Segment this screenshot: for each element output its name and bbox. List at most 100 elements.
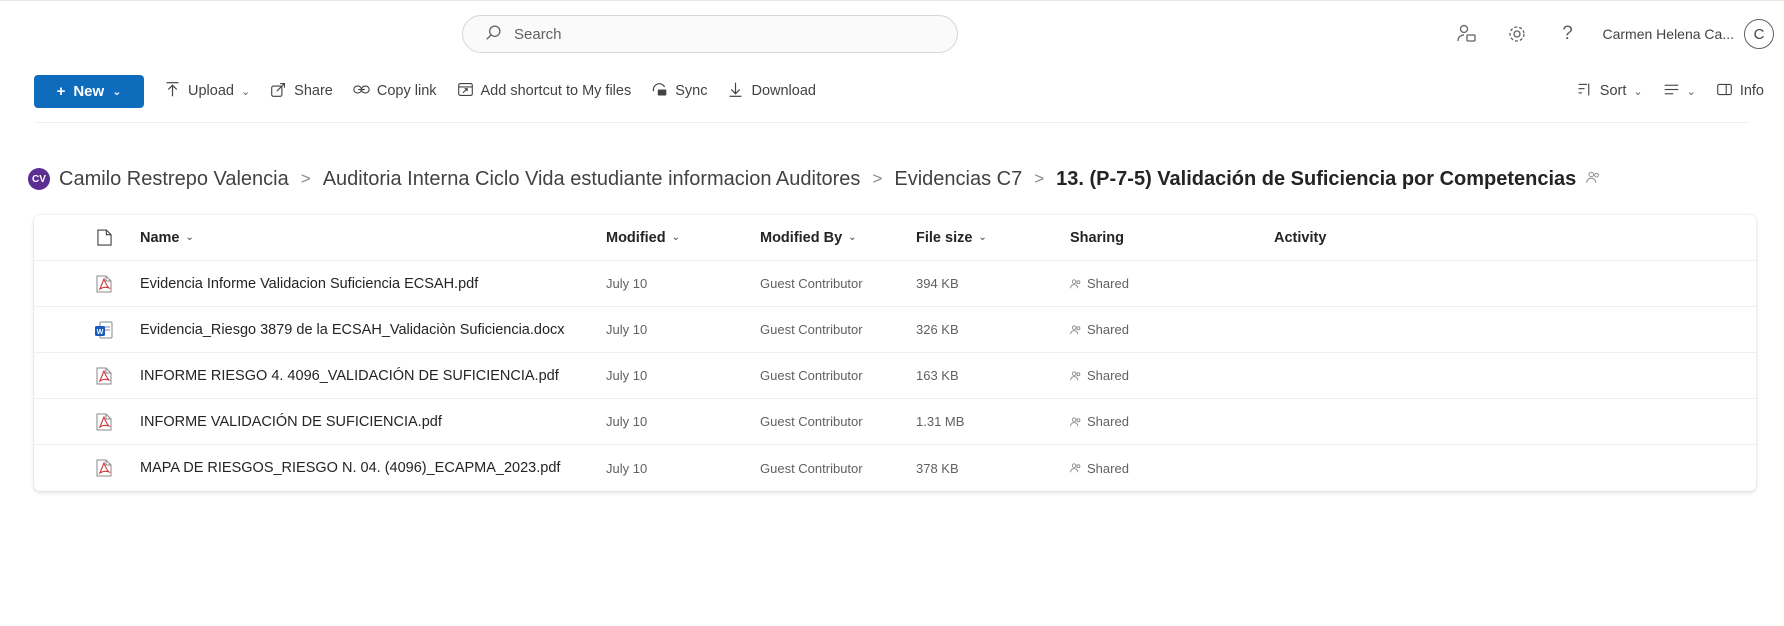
pdf-file-icon	[92, 445, 116, 491]
download-label: Download	[751, 83, 816, 99]
upload-label: Upload	[188, 83, 234, 99]
new-button[interactable]: + New ⌄	[34, 75, 144, 108]
search-placeholder: Search	[514, 25, 562, 43]
link-icon	[353, 81, 370, 102]
pdf-file-icon	[92, 261, 116, 306]
sync-icon	[651, 81, 668, 102]
breadcrumb-current: 13. (P-7-5) Validación de Suficiencia po…	[1056, 167, 1577, 190]
sharing-status[interactable]: Shared	[1070, 353, 1129, 398]
sharing-label: Shared	[1087, 460, 1129, 476]
column-header-modified-by[interactable]: Modified By ⌄	[760, 215, 857, 260]
info-pane-icon	[1716, 81, 1733, 102]
file-size: 378 KB	[916, 460, 959, 476]
sharing-label: Shared	[1087, 368, 1129, 383]
column-header-file-size[interactable]: File size ⌄	[916, 215, 987, 260]
divider	[34, 122, 1750, 123]
download-icon	[727, 81, 744, 102]
modified-date: July 10	[606, 460, 648, 476]
sharing-status[interactable]: Shared	[1070, 307, 1129, 352]
file-name-link[interactable]: Evidencia_Riesgo 3879 de la ECSAH_Valida…	[140, 307, 565, 352]
settings-gear-icon[interactable]	[1506, 23, 1528, 45]
shared-people-icon	[1586, 168, 1601, 191]
sync-button[interactable]: Sync	[651, 81, 707, 102]
shared-people-icon	[1070, 463, 1081, 473]
sort-label: Sort	[1599, 83, 1627, 99]
sharing-label: Shared	[1087, 414, 1129, 429]
share-icon	[270, 81, 287, 102]
breadcrumb-item[interactable]: Evidencias C7	[894, 168, 1022, 191]
column-header-sharing[interactable]: Sharing	[1070, 215, 1124, 260]
table-row[interactable]: INFORME RIESGO 4. 4096_VALIDACIÓN DE SUF…	[34, 353, 1756, 399]
column-header-modified[interactable]: Modified ⌄	[606, 215, 680, 260]
upload-button[interactable]: Upload ⌄	[164, 81, 250, 102]
copy-link-button[interactable]: Copy link	[353, 81, 437, 102]
chevron-down-icon: ⌄	[671, 232, 680, 243]
breadcrumb: CV Camilo Restrepo Valencia > Auditoria …	[28, 164, 1601, 194]
download-button[interactable]: Download	[727, 81, 816, 102]
sort-button[interactable]: Sort ⌄	[1576, 81, 1643, 102]
list-view-icon	[1663, 81, 1680, 102]
file-size: 163 KB	[916, 368, 959, 383]
site-badge: CV	[28, 168, 50, 190]
chevron-down-icon: ⌄	[185, 232, 194, 243]
breadcrumb-item[interactable]: Auditoria Interna Ciclo Vida estudiante …	[323, 168, 861, 191]
search-icon	[485, 24, 502, 45]
info-label: Info	[1739, 83, 1764, 99]
breadcrumb-separator: >	[1034, 169, 1045, 188]
modified-date: July 10	[606, 414, 648, 429]
modified-date: July 10	[606, 276, 648, 291]
table-row[interactable]: W Evidencia_Riesgo 3879 de la ECSAH_Valid…	[34, 307, 1756, 353]
chevron-down-icon: ⌄	[1686, 85, 1696, 98]
chevron-down-icon: ⌄	[240, 85, 251, 98]
shared-people-icon	[1070, 416, 1081, 426]
file-size: 394 KB	[916, 276, 959, 291]
chevron-down-icon: ⌄	[1633, 85, 1643, 98]
breadcrumb-item[interactable]: Camilo Restrepo Valencia	[59, 168, 289, 191]
table-row[interactable]: INFORME VALIDACIÓN DE SUFICIENCIA.pdf Jul…	[34, 399, 1756, 445]
copy-link-label: Copy link	[376, 83, 437, 99]
breadcrumb-separator: >	[300, 169, 311, 188]
add-shortcut-button[interactable]: Add shortcut to My files	[457, 81, 631, 102]
column-header-name[interactable]: Name ⌄	[140, 215, 194, 260]
people-icon[interactable]	[1456, 23, 1478, 45]
plus-icon: +	[56, 83, 66, 100]
info-button[interactable]: Info	[1716, 81, 1764, 102]
avatar[interactable]: C	[1744, 19, 1774, 49]
modified-date: July 10	[606, 322, 648, 337]
sharing-status[interactable]: Shared	[1070, 261, 1129, 306]
pdf-file-icon	[92, 399, 116, 444]
file-type-header-icon[interactable]	[92, 215, 116, 260]
sync-label: Sync	[675, 83, 708, 99]
modified-by: Guest Contributor	[760, 276, 863, 291]
svg-text:W: W	[97, 329, 104, 336]
share-button[interactable]: Share	[270, 81, 333, 102]
upload-icon	[164, 81, 181, 102]
sharing-status[interactable]: Shared	[1070, 399, 1129, 444]
modified-by: Guest Contributor	[760, 460, 863, 476]
chevron-down-icon: ⌄	[978, 232, 987, 243]
view-options-button[interactable]: ⌄	[1663, 81, 1696, 102]
file-list: Name ⌄ Modified ⌄ Modified By ⌄ File size ⌄ …	[34, 215, 1756, 491]
file-name-link[interactable]: INFORME RIESGO 4. 4096_VALIDACIÓN DE SUF…	[140, 353, 559, 398]
chevron-down-icon: ⌄	[112, 86, 122, 98]
user-name[interactable]: Carmen Helena Ca...	[1602, 26, 1734, 42]
word-file-icon: W	[92, 307, 116, 352]
shared-people-icon	[1070, 370, 1081, 380]
modified-by: Guest Contributor	[760, 322, 863, 337]
help-icon[interactable]: ?	[1556, 23, 1578, 45]
sharing-label: Shared	[1087, 322, 1129, 337]
sort-icon	[1576, 81, 1593, 102]
file-name-link[interactable]: Evidencia Informe Validacion Suficiencia…	[140, 261, 478, 306]
table-row[interactable]: Evidencia Informe Validacion Suficiencia…	[34, 261, 1756, 307]
file-name-link[interactable]: MAPA DE RIESGOS_RIESGO N. 04. (4096)_ECA…	[140, 445, 560, 491]
file-name-link[interactable]: INFORME VALIDACIÓN DE SUFICIENCIA.pdf	[140, 399, 442, 444]
shared-people-icon	[1070, 324, 1081, 334]
shared-people-icon	[1070, 278, 1081, 288]
file-size: 1.31 MB	[916, 414, 965, 429]
command-bar: + New ⌄ Upload ⌄ Share Copy link Add sho…	[0, 72, 1784, 110]
table-row[interactable]: MAPA DE RIESGOS_RIESGO N. 04. (4096)_ECA…	[34, 445, 1756, 491]
modified-by: Guest Contributor	[760, 414, 863, 429]
column-header-activity[interactable]: Activity	[1274, 215, 1326, 260]
sharing-status[interactable]: Shared	[1070, 445, 1129, 491]
search-box[interactable]: Search	[462, 15, 958, 53]
